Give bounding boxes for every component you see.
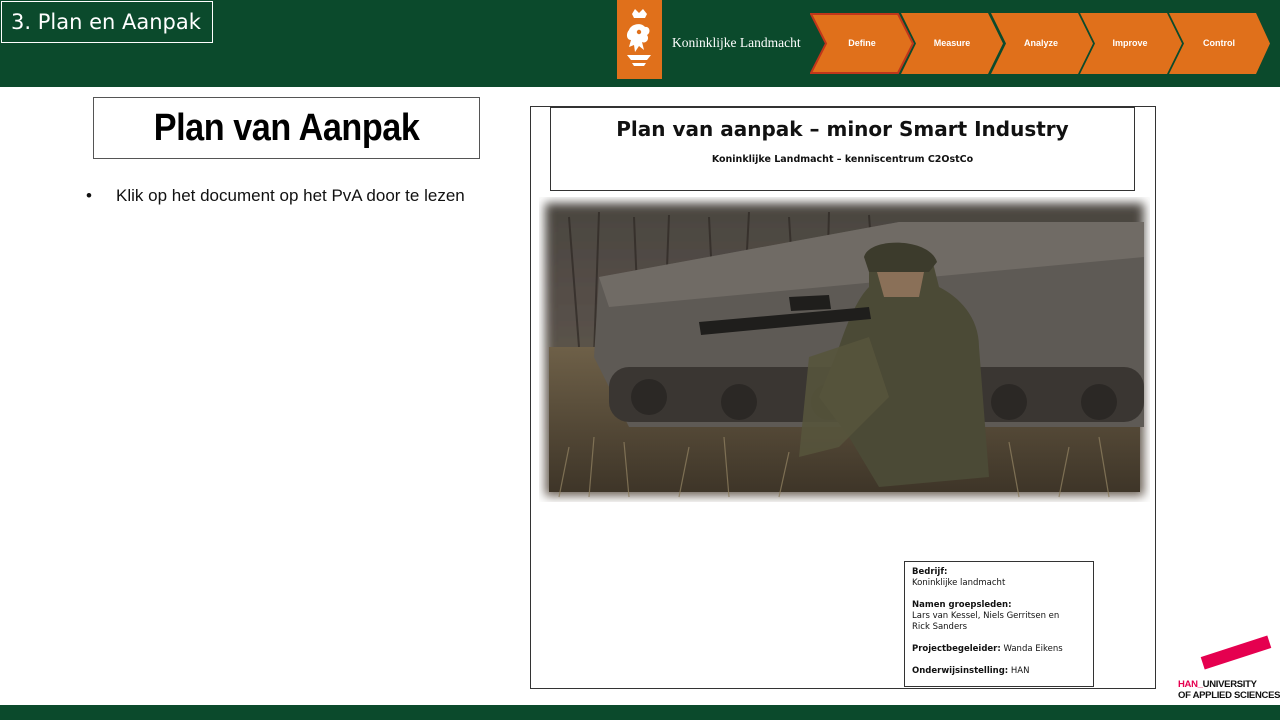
institution-value: HAN <box>1010 666 1030 676</box>
document-subtitle: Koninklijke Landmacht – kenniscentrum C2… <box>711 154 974 165</box>
company-value: Koninklijke landmacht <box>912 578 1006 588</box>
step-improve[interactable]: Improve <box>1085 13 1175 74</box>
dmaic-step-bar: Define Measure Analyze Improve Control <box>810 13 1270 74</box>
lion-crest-icon <box>617 0 662 79</box>
han-logo: HAN_UNIVERSITY OF APPLIED SCIENCES <box>1176 635 1280 706</box>
slide-section-tag: 3. Plan en Aanpak <box>1 1 213 43</box>
step-measure[interactable]: Measure <box>907 13 997 74</box>
footer-bar <box>0 705 1280 720</box>
members-line-1: Lars van Kessel, Niels Gerritsen en <box>912 611 1060 621</box>
pva-document-preview[interactable]: Plan van aanpak – minor Smart Industry K… <box>530 106 1156 689</box>
bullet-dot: • <box>86 186 92 205</box>
institution-label: Onderwijsinstelling: <box>912 666 1009 676</box>
members-label: Namen groepsleden: <box>912 600 1012 610</box>
document-header: Plan van aanpak – minor Smart Industry K… <box>550 107 1135 191</box>
han-logo-prefix: HAN_ <box>1178 679 1203 690</box>
han-logo-line1: UNIVERSITY <box>1202 679 1257 690</box>
bullet-text: Klik op het document op het PvA door te … <box>116 186 465 205</box>
document-title: Plan van aanpak – minor Smart Industry <box>616 117 1069 141</box>
han-logo-line2: OF APPLIED SCIENCES <box>1178 690 1280 701</box>
bullet-item: • Klik op het document op het PvA door t… <box>86 186 465 206</box>
slide-title: Plan van Aanpak <box>153 106 420 149</box>
company-label: Bedrijf: <box>912 567 948 577</box>
han-logo-text: HAN_UNIVERSITY OF APPLIED SCIENCES <box>1178 679 1280 701</box>
han-logo-bar-icon <box>1200 635 1272 670</box>
members-line-2: Rick Sanders <box>912 622 968 632</box>
cover-photo <box>539 197 1150 502</box>
document-info-box: Bedrijf: Koninklijke landmacht Namen gro… <box>904 561 1094 687</box>
organisation-name: Koninklijke Landmacht <box>672 35 801 50</box>
supervisor-label: Projectbegeleider: <box>912 644 1001 654</box>
step-analyze[interactable]: Analyze <box>996 13 1086 74</box>
step-control[interactable]: Control <box>1174 13 1264 74</box>
slide-title-box: Plan van Aanpak <box>93 97 480 159</box>
supervisor-value: Wanda Eikens <box>1003 644 1063 654</box>
step-define[interactable]: Define <box>817 13 907 74</box>
